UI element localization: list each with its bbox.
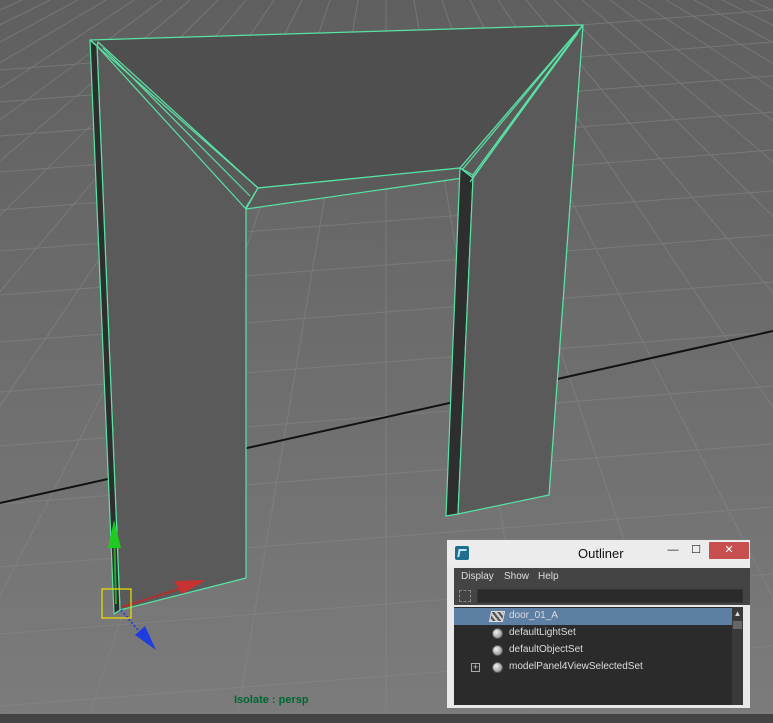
viewport-bottom-strip	[0, 714, 773, 723]
list-item[interactable]: defaultObjectSet	[454, 642, 732, 659]
filter-icon[interactable]	[459, 590, 471, 602]
outliner-title: Outliner	[578, 546, 624, 561]
close-button[interactable]: ✕	[709, 542, 749, 559]
outliner-titlebar[interactable]: Outliner — ☐ ✕	[447, 540, 750, 567]
list-item[interactable]: defaultLightSet	[454, 625, 732, 642]
expand-icon[interactable]: +	[471, 663, 480, 672]
scroll-up-icon[interactable]: ▲	[732, 609, 743, 619]
list-item-label: defaultLightSet	[509, 627, 576, 638]
menu-help[interactable]: Help	[538, 571, 559, 582]
menu-display[interactable]: Display	[461, 571, 494, 582]
minimize-button[interactable]: —	[664, 542, 682, 559]
set-icon	[492, 662, 503, 673]
scrollbar[interactable]: ▲	[732, 607, 743, 705]
scroll-thumb[interactable]	[733, 621, 742, 629]
list-item[interactable]: door_01_A	[454, 608, 732, 625]
set-icon	[492, 628, 503, 639]
set-icon	[492, 645, 503, 656]
isolate-status-label: Isolate : persp	[234, 694, 309, 706]
menu-show[interactable]: Show	[504, 571, 529, 582]
list-item[interactable]: + modelPanel4ViewSelectedSet	[454, 659, 732, 676]
outliner-window[interactable]: Outliner — ☐ ✕ Display Show Help door_01…	[446, 539, 751, 709]
search-input[interactable]	[477, 589, 743, 603]
maximize-button[interactable]: ☐	[687, 542, 705, 559]
mesh-icon	[488, 611, 506, 622]
outliner-list[interactable]: door_01_A defaultLightSet defaultObjectS…	[454, 607, 743, 705]
maya-app-icon	[455, 546, 469, 560]
filter-row	[454, 587, 750, 605]
list-item-label: modelPanel4ViewSelectedSet	[509, 661, 643, 672]
list-item-label: door_01_A	[509, 610, 558, 621]
list-item-label: defaultObjectSet	[509, 644, 583, 655]
outliner-menubar: Display Show Help	[454, 568, 750, 587]
